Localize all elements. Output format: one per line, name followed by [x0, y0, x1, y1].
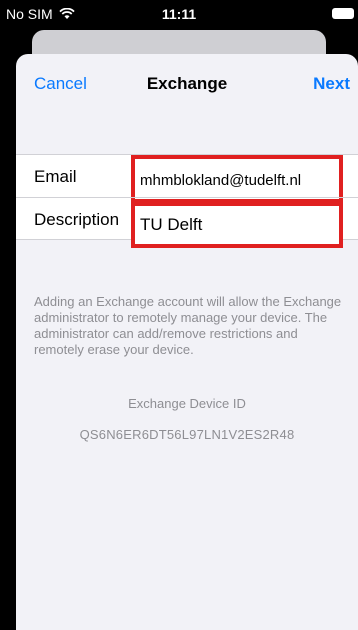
account-form: Email mhmblokland@tudelft.nl Description…	[16, 154, 358, 248]
page-title: Exchange	[146, 74, 228, 93]
description-label: Description	[34, 210, 120, 229]
email-label: Email	[34, 167, 77, 186]
info-text: Adding an Exchange account will allow th…	[34, 294, 342, 357]
email-field[interactable]: mhmblokland@tudelft.nl	[131, 155, 343, 203]
battery-icon	[332, 8, 354, 19]
status-bar: No SIM 11:11	[0, 0, 358, 30]
nav-bar: Cancel Exchange Next	[16, 54, 358, 116]
device-id-value: QS6N6ER6DT56L97LN1V2ES2R48	[79, 427, 295, 442]
device-id-label: Exchange Device ID	[128, 396, 246, 411]
status-time: 11:11	[161, 6, 197, 22]
description-field[interactable]: TU Delft	[131, 202, 343, 248]
email-row: Email mhmblokland@tudelft.nl	[16, 155, 358, 203]
exchange-sheet: Cancel Exchange Next Email mhmblokland@t…	[16, 54, 358, 630]
next-button[interactable]: Next	[313, 74, 350, 94]
description-row: Description TU Delft	[16, 197, 358, 248]
